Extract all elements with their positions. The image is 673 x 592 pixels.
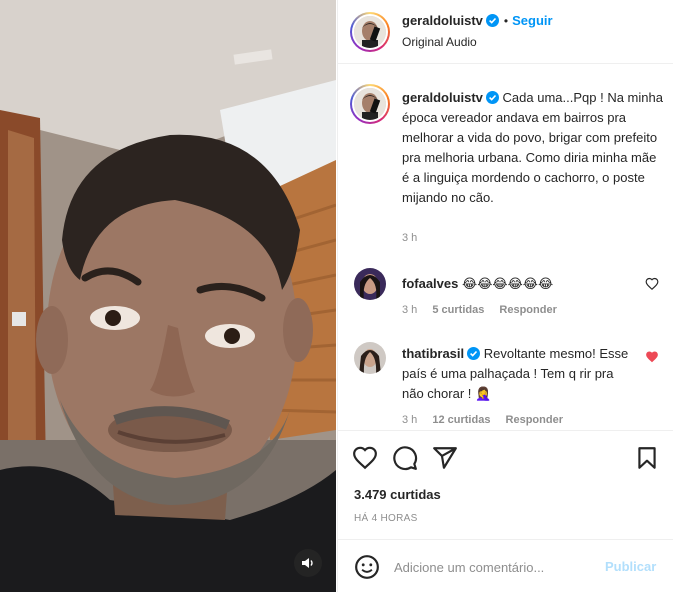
commenter-avatar[interactable]	[354, 268, 386, 300]
speaker-icon	[302, 558, 313, 568]
comment-likes[interactable]: 5 curtidas	[432, 304, 484, 316]
post-actions: 3.479 curtidas HÁ 4 HORAS Publicar	[338, 430, 673, 592]
caption-username[interactable]: geraldoluistv	[402, 90, 483, 105]
comment-composer: Publicar	[338, 539, 673, 592]
comment-body: fofaalves 😂😂😂😂😂😂	[402, 274, 632, 294]
post-header: geraldoluistv • Seguir Original Audio	[338, 0, 673, 64]
comment-time[interactable]: 3 h	[402, 414, 417, 426]
comment-username[interactable]: fofaalves	[402, 276, 458, 291]
heart-icon[interactable]	[645, 277, 659, 291]
avatar-image	[354, 16, 386, 48]
header-user-line: geraldoluistv • Seguir	[402, 13, 553, 28]
avatar-image	[354, 88, 386, 120]
likes-count[interactable]: 3.479 curtidas	[354, 487, 441, 502]
post-timestamp[interactable]: HÁ 4 HORAS	[354, 513, 418, 524]
post-sidebar: geraldoluistv • Seguir Original Audio gera…	[337, 0, 673, 592]
publish-button[interactable]: Publicar	[605, 559, 656, 574]
video-frame	[0, 0, 336, 592]
separator-dot: •	[503, 14, 509, 28]
avatar-image	[354, 268, 386, 300]
comment-meta: 3 h 12 curtidas Responder	[402, 414, 575, 426]
caption-text: Cada uma...Pqp ! Na minha época vereador…	[402, 90, 663, 205]
reply-button[interactable]: Responder	[499, 304, 556, 316]
speech-bubble-icon[interactable]	[392, 445, 418, 471]
reply-button[interactable]: Responder	[506, 414, 563, 426]
heart-icon[interactable]	[352, 445, 378, 471]
verified-badge-icon	[467, 347, 481, 360]
audio-label[interactable]: Original Audio	[402, 35, 477, 49]
comment-likes[interactable]: 12 curtidas	[432, 414, 490, 426]
heart-filled-icon[interactable]	[645, 350, 659, 364]
mute-button[interactable]	[294, 549, 322, 577]
post-video[interactable]	[0, 0, 336, 592]
comment-username[interactable]: thatibrasil	[402, 346, 464, 361]
post-caption: geraldoluistv Cada uma...Pqp ! Na minha …	[402, 88, 664, 208]
author-avatar[interactable]	[350, 12, 390, 52]
commenter-avatar[interactable]	[354, 342, 386, 374]
comment-item: thatibrasil Revoltante mesmo! Esse país …	[338, 342, 673, 430]
comment-meta: 3 h 5 curtidas Responder	[402, 304, 569, 316]
comment-item: fofaalves 😂😂😂😂😂😂 3 h 5 curtidas Responde…	[338, 268, 673, 324]
smiley-icon[interactable]	[354, 554, 380, 580]
paper-plane-icon[interactable]	[432, 445, 458, 471]
caption-timestamp[interactable]: 3 h	[402, 232, 417, 244]
verified-badge-icon	[485, 91, 499, 104]
caption-author-avatar[interactable]	[350, 84, 390, 124]
comment-input[interactable]	[394, 557, 594, 577]
comment-time[interactable]: 3 h	[402, 304, 417, 316]
verified-badge-icon	[485, 14, 499, 27]
avatar-image	[354, 342, 386, 374]
comment-text: 😂😂😂😂😂😂	[462, 276, 554, 291]
follow-button[interactable]: Seguir	[512, 13, 552, 28]
comment-body: thatibrasil Revoltante mesmo! Esse país …	[402, 344, 632, 404]
author-username[interactable]: geraldoluistv	[402, 13, 483, 28]
bookmark-icon[interactable]	[634, 445, 660, 471]
